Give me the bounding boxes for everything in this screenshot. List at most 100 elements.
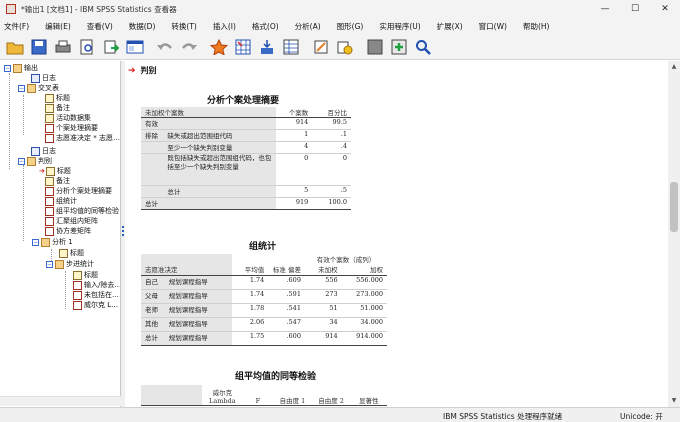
outline-pane[interactable]: − 输出 日志 − 交叉表 标题 备注 活动数据集 个案处理摘要 志愿准决定 * 志…	[0, 61, 121, 407]
save-icon[interactable]	[28, 37, 50, 57]
open-icon[interactable]	[4, 37, 26, 57]
print-icon[interactable]	[52, 37, 74, 57]
undo-icon[interactable]	[154, 37, 176, 57]
table-row: 有效 914 99.5	[141, 117, 351, 130]
goto-data-icon[interactable]	[208, 37, 230, 57]
summary-table[interactable]: 未加权个案数 个案数 百分比 有效 914 99.5 排除 缺失或超出范围组代码…	[141, 107, 351, 210]
column-header: 志愿准决定	[141, 264, 232, 275]
outline-node-output[interactable]: − 输出	[4, 63, 38, 73]
recall-dialog-icon[interactable]	[124, 37, 146, 57]
scroll-down-icon[interactable]: ▼	[668, 396, 680, 406]
output-content-pane[interactable]: ➔ 判别 分析个案处理摘要 未加权个案数 个案数 百分比 有效 914 99.5…	[125, 61, 668, 407]
outline-node-pooled-matrices[interactable]: 汇聚组内矩阵	[45, 216, 98, 226]
table-icon	[45, 196, 54, 206]
maximize-button[interactable]: ☐	[620, 0, 650, 18]
scroll-up-icon[interactable]: ▲	[668, 62, 680, 72]
menu-edit[interactable]: 编辑(E)	[37, 21, 79, 32]
menu-transform[interactable]: 转换(T)	[163, 21, 204, 32]
menu-format[interactable]: 格式(O)	[244, 21, 287, 32]
toolbar	[0, 34, 680, 60]
minimize-button[interactable]: —	[590, 0, 620, 18]
redo-icon[interactable]	[178, 37, 200, 57]
log-icon	[31, 73, 40, 83]
select-cases-icon[interactable]	[334, 37, 356, 57]
outline-node-analysis-case-summary[interactable]: 分析个案处理摘要	[45, 186, 112, 196]
splitter-grip-icon[interactable]	[122, 226, 124, 236]
outline-node-analysis-1[interactable]: − 分析 1	[32, 237, 73, 247]
menu-analyze[interactable]: 分析(A)	[287, 21, 329, 32]
print-preview-icon[interactable]	[76, 37, 98, 57]
menu-view[interactable]: 查看(V)	[79, 21, 121, 32]
column-header: 自由度 1	[279, 396, 306, 405]
table-icon	[73, 300, 82, 310]
outline-node-active-dataset[interactable]: 活动数据集	[45, 113, 91, 123]
outline-node-crosstabs[interactable]: − 交叉表	[18, 83, 59, 93]
equality-tests-table[interactable]: 威尔克 Lambda F 自由度 1 自由度 2 显著性	[141, 385, 387, 406]
outline-node-wilks-lambda[interactable]: 威尔克 L…	[73, 300, 118, 310]
goto-case-icon[interactable]	[232, 37, 254, 57]
outline-node-title-3[interactable]: 标题	[59, 248, 84, 258]
outline-node-log[interactable]: 日志	[31, 73, 56, 83]
goto-variable-icon[interactable]	[256, 37, 278, 57]
collapse-icon[interactable]: −	[18, 157, 25, 165]
table-row: 既包括缺失或超出范围组代码，也包括至少一个缺失判别变量 0 0	[141, 153, 351, 186]
collapse-icon[interactable]: −	[32, 238, 39, 246]
outline-node-title[interactable]: 标题	[45, 93, 70, 103]
title-icon	[59, 248, 68, 258]
menu-insert[interactable]: 插入(I)	[205, 21, 244, 32]
outline-node-title-2[interactable]: ➔ 标题	[39, 166, 71, 176]
menu-extensions[interactable]: 扩展(X)	[429, 21, 471, 32]
variables-icon[interactable]	[280, 37, 302, 57]
outline-node-equality-tests[interactable]: 组平均值的同等检验	[45, 206, 119, 216]
summary-table-title: 分析个案处理摘要	[207, 96, 280, 106]
outline-node-entered-removed[interactable]: 输入/除去…	[73, 280, 120, 290]
spss-app-icon	[6, 4, 16, 14]
table-icon	[45, 123, 54, 133]
collapse-icon[interactable]: −	[4, 64, 11, 72]
book-icon	[13, 63, 22, 73]
outline-node-notes[interactable]: 备注	[45, 103, 70, 113]
group-statistics-table[interactable]: 有效个案数（成列） 志愿准决定 平均值 标准 偏差 未加权 加权 自己 规划课程…	[141, 254, 387, 346]
search-icon[interactable]	[412, 37, 434, 57]
collapse-icon[interactable]: −	[46, 260, 53, 268]
book-icon	[27, 156, 36, 166]
section-heading: ➔ 判别	[128, 65, 157, 76]
book-icon	[27, 83, 36, 93]
table-row: 总计 919 100.0	[141, 197, 351, 210]
menu-file[interactable]: 文件(F)	[0, 21, 37, 32]
log-icon	[31, 146, 40, 156]
outline-node-title-4[interactable]: 标题	[73, 270, 98, 280]
export-icon[interactable]	[100, 37, 122, 57]
outline-node-case-summary[interactable]: 个案处理摘要	[45, 123, 98, 133]
span-header: 有效个案数（成列）	[316, 256, 376, 264]
table-icon	[45, 226, 54, 236]
show-all-icon[interactable]	[364, 37, 386, 57]
title-icon	[73, 270, 82, 280]
outline-node-crosstab-table[interactable]: 志愿准决定 * 志愿…	[45, 133, 120, 143]
unicode-status: Unicode: 开	[620, 412, 663, 421]
insert-output-icon[interactable]	[388, 37, 410, 57]
table-icon	[73, 280, 82, 290]
outline-horizontal-scrollbar[interactable]	[0, 396, 121, 406]
close-button[interactable]: ✕	[650, 0, 680, 18]
column-header: 自由度 2	[318, 396, 344, 405]
menu-window[interactable]: 窗口(W)	[471, 21, 515, 32]
designate-window-icon[interactable]	[310, 37, 332, 57]
outline-node-covariance-matrices[interactable]: 协方差矩阵	[45, 226, 91, 236]
equality-table-title: 组平均值的同等检验	[235, 372, 317, 382]
outline-node-notes-2[interactable]: 备注	[45, 176, 70, 186]
table-row: 自己 规划课程指导 1.74 .609 556 556.000	[141, 275, 387, 289]
collapse-icon[interactable]: −	[18, 84, 25, 92]
menu-data[interactable]: 数据(D)	[121, 21, 164, 32]
outline-node-stepwise[interactable]: − 步进统计	[46, 259, 94, 269]
content-vertical-scrollbar[interactable]	[668, 61, 680, 407]
outline-node-discriminant[interactable]: − 判别	[18, 156, 52, 166]
outline-node-group-stats[interactable]: 组统计	[45, 196, 77, 206]
scrollbar-thumb[interactable]	[670, 182, 678, 232]
group-table-title: 组统计	[249, 242, 277, 252]
menu-help[interactable]: 帮助(H)	[515, 21, 558, 32]
outline-node-not-in-analysis[interactable]: 未包括在…	[73, 290, 119, 300]
menu-utilities[interactable]: 实用程序(U)	[371, 21, 428, 32]
outline-node-log-2[interactable]: 日志	[31, 146, 56, 156]
menu-graphs[interactable]: 图形(G)	[329, 21, 372, 32]
